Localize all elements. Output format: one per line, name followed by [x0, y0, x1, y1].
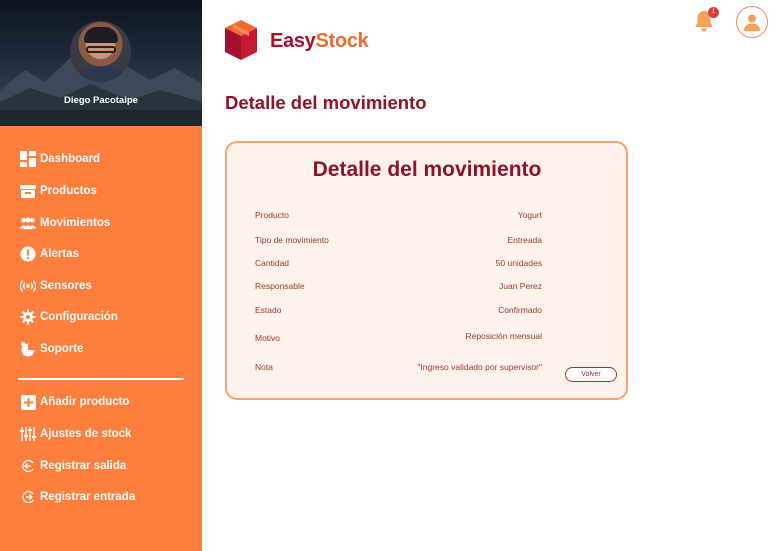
- add-icon: [20, 394, 36, 410]
- user-name: Diego Pacotaipe: [64, 95, 138, 106]
- detail-label-tipo: Tipo de movimiento: [255, 235, 329, 245]
- gear-icon: [20, 309, 36, 325]
- back-button[interactable]: Volver: [565, 367, 617, 382]
- sidebar-item-alertas[interactable]: Alertas: [20, 242, 79, 266]
- sidebar: Diego Pacotaipe Dashboard Productos Movi…: [0, 0, 202, 551]
- notification-badge: 1: [708, 7, 719, 18]
- sidebar-item-dashboard[interactable]: Dashboard: [20, 147, 100, 171]
- sliders-icon: [20, 426, 36, 442]
- sidebar-item-label: Movimientos: [40, 217, 111, 229]
- sidebar-item-movimientos[interactable]: Movimientos: [20, 211, 110, 235]
- sidebar-item-registrar-salida[interactable]: Registrar salida: [20, 454, 126, 478]
- user-icon: [744, 14, 760, 31]
- sidebar-item-ajustes-stock[interactable]: Ajustes de stock: [20, 422, 131, 446]
- sidebar-item-anadir-producto[interactable]: Añadir producto: [20, 390, 129, 414]
- detail-value-nota: "Ingreso validado por supervisor": [417, 362, 542, 372]
- entry-icon: [20, 489, 36, 505]
- detail-label-cantidad: Cantidad: [255, 258, 290, 268]
- sidebar-item-label: Añadir producto: [40, 396, 130, 408]
- sidebar-divider: [18, 378, 184, 380]
- users-icon: [20, 215, 36, 231]
- dashboard-icon: [20, 151, 36, 167]
- sidebar-item-label: Dashboard: [40, 153, 101, 165]
- sidebar-item-label: Registrar entrada: [40, 491, 136, 503]
- card-title: Detalle del movimiento: [312, 158, 542, 181]
- detail-value-motivo: Reposición mensual: [465, 331, 542, 341]
- support-icon: [20, 341, 36, 357]
- box-icon: [20, 183, 36, 199]
- user-profile-button[interactable]: [736, 6, 768, 38]
- detail-value-responsable: Juan Perez: [499, 281, 542, 291]
- detail-value-estado: Confirmado: [498, 305, 542, 315]
- detail-label-nota: Nota: [255, 362, 273, 372]
- sidebar-item-label: Configuración: [40, 311, 118, 323]
- sensor-icon: [20, 278, 36, 294]
- detail-label-producto: Producto: [255, 210, 290, 220]
- profile-header: Diego Pacotaipe: [0, 0, 202, 126]
- detail-value-cantidad: 50 unidades: [495, 258, 542, 268]
- sidebar-item-configuracion[interactable]: Configuración: [20, 305, 118, 329]
- cube-logo-icon: [225, 20, 257, 60]
- sidebar-item-label: Soporte: [40, 343, 84, 355]
- brand-name: EasyStock: [270, 29, 369, 52]
- notifications-button[interactable]: 1: [692, 7, 719, 33]
- sidebar-item-productos[interactable]: Productos: [20, 179, 97, 203]
- sidebar-item-label: Sensores: [40, 280, 92, 292]
- sidebar-item-soporte[interactable]: Soporte: [20, 337, 83, 361]
- page-title: Detalle del movimiento: [225, 92, 427, 113]
- brand-logo[interactable]: EasyStock: [224, 20, 369, 62]
- detail-value-producto: Yogurt: [517, 210, 542, 220]
- sidebar-item-label: Ajustes de stock: [40, 428, 132, 440]
- exit-icon: [20, 458, 36, 474]
- sidebar-item-label: Productos: [40, 185, 97, 197]
- sidebar-item-label: Registrar salida: [40, 460, 127, 472]
- sidebar-item-label: Alertas: [40, 248, 79, 260]
- detail-label-responsable: Responsable: [255, 281, 305, 291]
- detail-value-tipo: Entreada: [507, 235, 543, 245]
- movement-detail-card: Detalle del movimiento Producto Yogurt T…: [225, 141, 628, 400]
- avatar[interactable]: [70, 21, 131, 82]
- sidebar-item-registrar-entrada[interactable]: Registrar entrada: [20, 485, 135, 509]
- detail-label-estado: Estado: [255, 305, 282, 315]
- sidebar-item-sensores[interactable]: Sensores: [20, 274, 92, 298]
- alert-icon: [20, 246, 36, 262]
- detail-label-motivo: Motivo: [255, 333, 281, 343]
